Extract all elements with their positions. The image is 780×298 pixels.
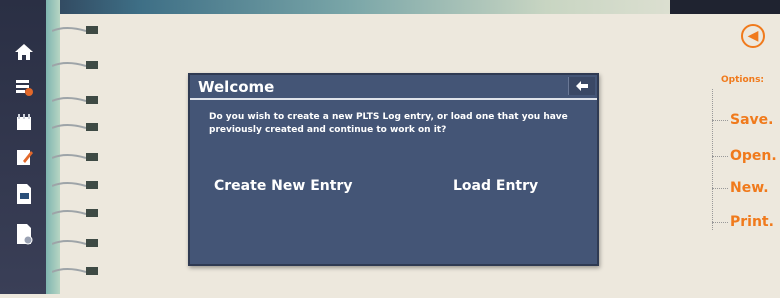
top-banner-strip bbox=[0, 0, 780, 14]
tree-branch bbox=[712, 187, 728, 189]
welcome-dialog: Welcome Do you wish to create a new PLTS… bbox=[188, 73, 599, 266]
option-new[interactable]: New. bbox=[712, 178, 769, 198]
open-option-label[interactable]: Open. bbox=[730, 148, 777, 164]
spiral-binding bbox=[51, 0, 112, 294]
arrow-left-circle-icon: ◀ bbox=[747, 28, 759, 44]
tree-branch bbox=[712, 155, 728, 157]
settings-document-icon[interactable] bbox=[12, 222, 36, 246]
dialog-header: Welcome bbox=[190, 75, 597, 100]
export-document-icon[interactable] bbox=[12, 182, 36, 206]
option-open[interactable]: Open. bbox=[712, 146, 777, 166]
sidebar bbox=[0, 0, 60, 294]
options-title: Options: bbox=[721, 75, 765, 85]
log-list-icon[interactable] bbox=[12, 75, 36, 99]
new-option-label[interactable]: New. bbox=[730, 180, 769, 196]
tree-branch bbox=[712, 119, 728, 121]
dialog-message: Do you wish to create a new PLTS Log ent… bbox=[209, 112, 568, 135]
save-option-label[interactable]: Save. bbox=[730, 112, 773, 128]
edit-page-icon[interactable] bbox=[12, 145, 36, 169]
options-panel: Options: Save. Open. New. Print. bbox=[705, 75, 780, 245]
dialog-title: Welcome bbox=[198, 78, 275, 96]
home-icon[interactable] bbox=[12, 40, 36, 64]
arrow-left-icon bbox=[576, 81, 588, 91]
top-right-dark-corner bbox=[670, 0, 780, 14]
tree-branch bbox=[712, 221, 728, 223]
back-button[interactable]: ◀ bbox=[741, 24, 765, 48]
print-option-label[interactable]: Print. bbox=[730, 214, 774, 230]
dialog-close-button[interactable] bbox=[568, 77, 595, 95]
load-entry-button[interactable]: Load Entry bbox=[453, 178, 538, 194]
create-new-entry-button[interactable]: Create New Entry bbox=[214, 178, 352, 194]
diary-icon[interactable] bbox=[12, 110, 36, 134]
option-save[interactable]: Save. bbox=[712, 110, 773, 130]
option-print[interactable]: Print. bbox=[712, 212, 774, 232]
